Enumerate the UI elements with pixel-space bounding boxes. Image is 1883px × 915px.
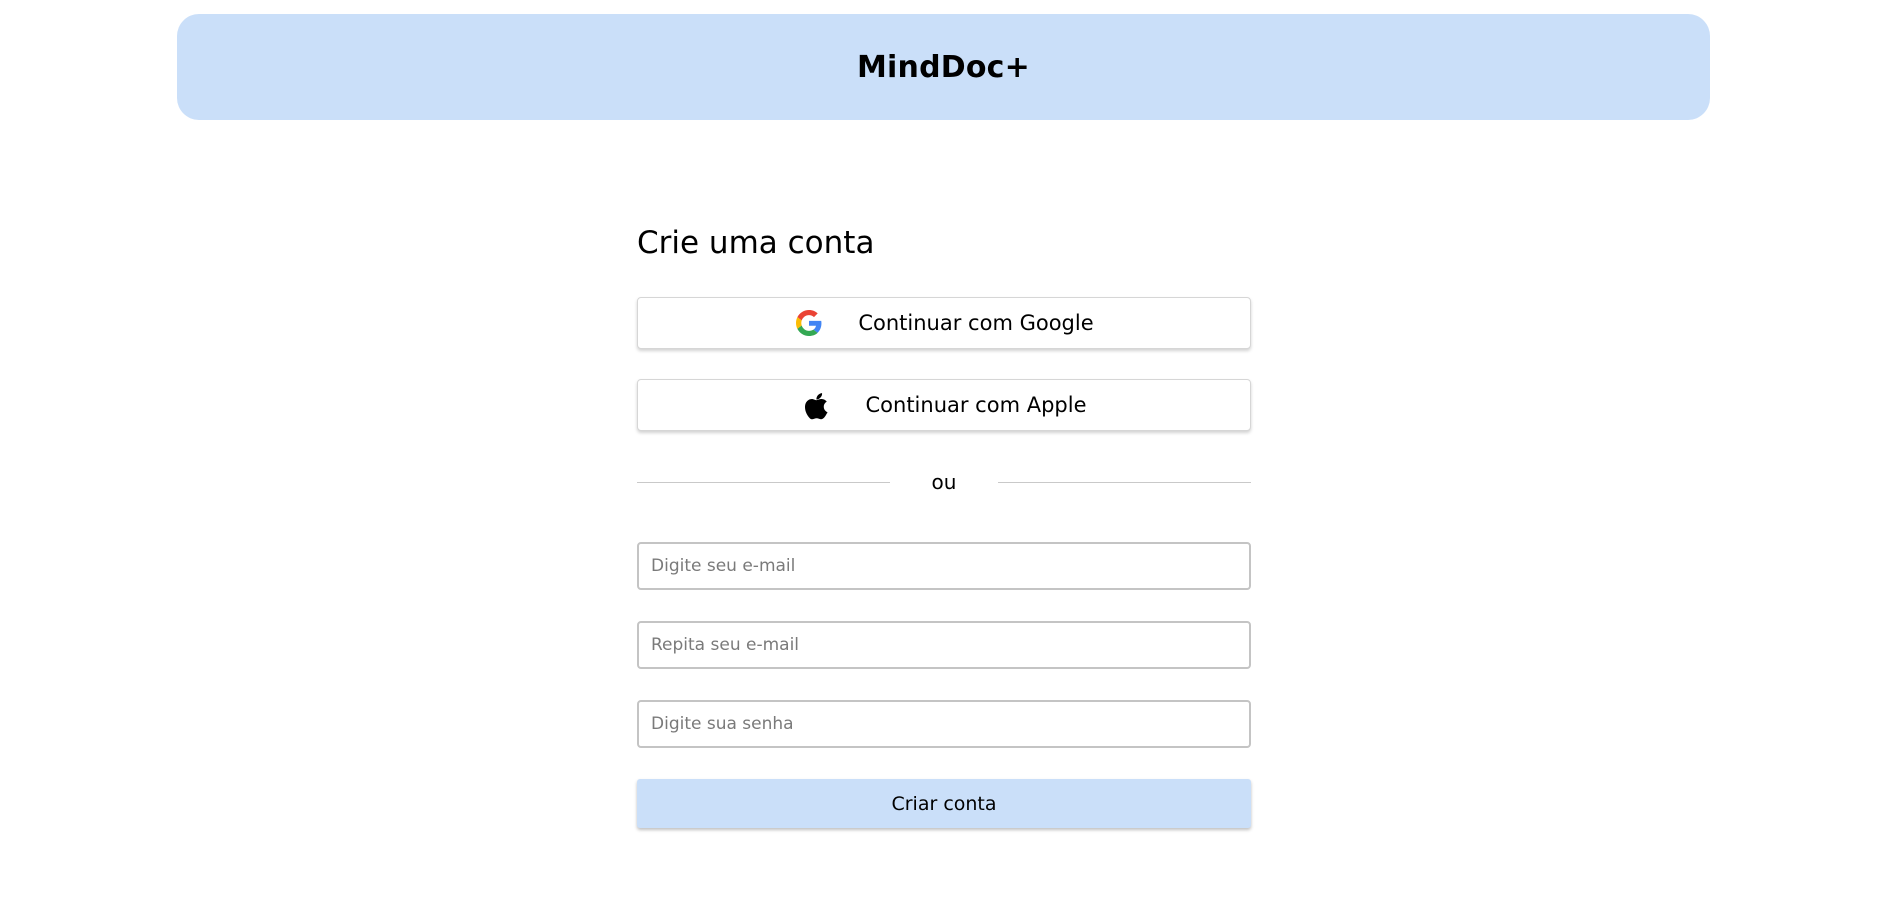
or-divider: ou [637, 467, 1251, 497]
password-input[interactable] [637, 700, 1251, 748]
google-icon [794, 308, 824, 338]
email-input[interactable] [637, 542, 1251, 590]
divider-line-right [998, 481, 1251, 483]
brand-logo-text[interactable]: MindDoc+ [857, 50, 1030, 85]
continue-with-google-label: Continuar com Google [858, 311, 1094, 335]
continue-with-google-button[interactable]: Continuar com Google [637, 297, 1251, 349]
continue-with-apple-button[interactable]: Continuar com Apple [637, 379, 1251, 431]
divider-line-left [637, 481, 890, 483]
divider-text: ou [931, 470, 957, 494]
app-header: MindDoc+ [177, 14, 1710, 120]
continue-with-apple-label: Continuar com Apple [865, 393, 1087, 417]
signup-form: Crie uma conta Continuar com Google Cont… [637, 220, 1251, 828]
page-title: Crie uma conta [637, 225, 875, 261]
repeat-email-input[interactable] [637, 621, 1251, 669]
apple-icon [802, 390, 832, 420]
create-account-button[interactable]: Criar conta [637, 779, 1251, 828]
